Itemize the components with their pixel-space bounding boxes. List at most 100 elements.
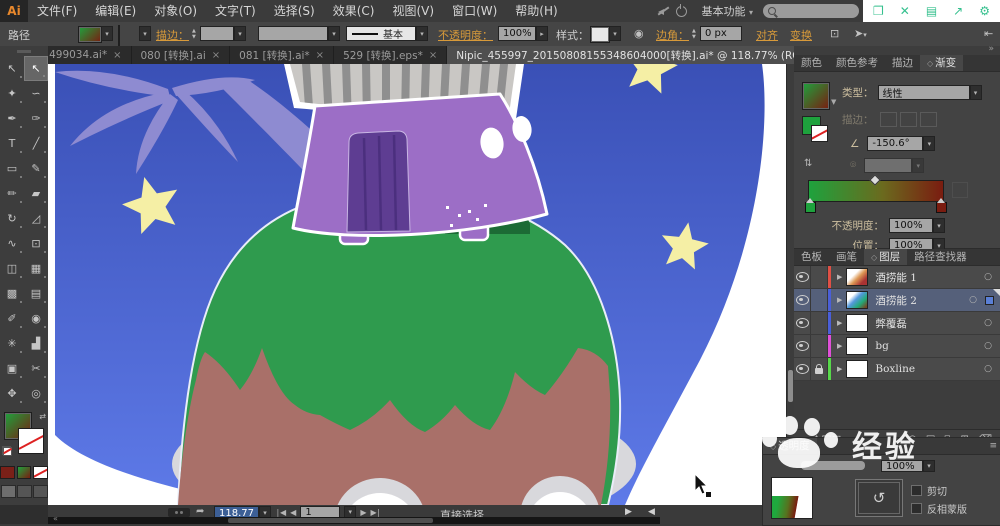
gradient-fill-stroke-icon[interactable] bbox=[802, 116, 828, 142]
close-icon[interactable]: × bbox=[113, 50, 121, 61]
opacity-mask-button[interactable]: ↺ bbox=[855, 479, 903, 517]
draw-behind-icon[interactable] bbox=[17, 485, 32, 498]
gradient-button[interactable] bbox=[17, 466, 32, 479]
graph-tool[interactable]: ▟ bbox=[24, 331, 48, 356]
collapse-panel-icon[interactable]: ⇤ bbox=[984, 27, 993, 40]
width-tool[interactable]: ∿ bbox=[0, 231, 24, 256]
horizontal-scrollbar-thumb[interactable] bbox=[228, 518, 433, 523]
menu-item[interactable]: 视图(V) bbox=[383, 0, 443, 22]
menu-item[interactable]: 编辑(E) bbox=[86, 0, 145, 22]
share-icon[interactable]: ↗ bbox=[953, 0, 963, 22]
stroke-weight-input[interactable] bbox=[200, 26, 234, 41]
tower-body-shape[interactable] bbox=[293, 94, 547, 236]
last-artboard-icon[interactable]: ▶∣ bbox=[370, 508, 380, 517]
gradient-stop-start[interactable] bbox=[805, 202, 816, 213]
aspect-ratio-input[interactable] bbox=[864, 158, 912, 173]
expand-arrow-icon[interactable]: ▶ bbox=[837, 365, 842, 373]
menu-item[interactable]: 选择(S) bbox=[265, 0, 324, 22]
fill-color-swatch[interactable] bbox=[78, 26, 102, 43]
next-artboard-icon[interactable]: ▶ bbox=[360, 508, 366, 517]
width-profile-dropdown-icon[interactable]: ▾ bbox=[328, 26, 340, 41]
transparency-opacity-input[interactable]: 100% bbox=[881, 460, 923, 472]
symbol-sprayer-tool[interactable]: ✳ bbox=[0, 331, 24, 356]
scrollbar-chevrons-icon[interactable]: « bbox=[53, 514, 58, 523]
mute-speaker-icon[interactable] bbox=[658, 6, 670, 16]
menu-item[interactable]: 窗口(W) bbox=[443, 0, 506, 22]
visibility-toggle[interactable] bbox=[794, 289, 811, 311]
corner-input[interactable]: 0 px bbox=[700, 26, 742, 41]
gradient-stop-end[interactable] bbox=[936, 202, 947, 213]
rectangle-tool[interactable]: ▭ bbox=[0, 156, 24, 181]
blend-mode-select[interactable] bbox=[801, 461, 865, 470]
handoff-icon[interactable]: ➦ bbox=[196, 506, 204, 517]
stroke-weight-link[interactable]: 描边： bbox=[156, 27, 189, 43]
corner-stepper[interactable]: ▲▼ bbox=[692, 26, 696, 41]
prev-artboard-icon[interactable]: ◀ bbox=[290, 508, 296, 517]
gradient-tool[interactable]: ▤ bbox=[24, 281, 48, 306]
mesh-tool[interactable]: ▩ bbox=[0, 281, 24, 306]
reverse-gradient-icon[interactable]: ⇅ bbox=[804, 158, 812, 169]
lock-toggle[interactable] bbox=[811, 312, 828, 334]
canvas-artboard[interactable] bbox=[48, 64, 786, 505]
layer-thumbnail[interactable] bbox=[846, 337, 868, 355]
perspective-grid-tool[interactable]: ▦ bbox=[24, 256, 48, 281]
type-tool[interactable]: T bbox=[0, 131, 24, 156]
layer-thumbnail[interactable] bbox=[846, 291, 868, 309]
clip-checkbox[interactable]: 剪切 bbox=[911, 483, 947, 498]
pencil-tool[interactable]: ✏ bbox=[0, 181, 24, 206]
layer-thumbnail[interactable] bbox=[846, 268, 868, 286]
scroll-right-icon[interactable]: ▶ bbox=[625, 507, 632, 517]
transform-link[interactable]: 变换 bbox=[790, 27, 812, 43]
hand-tool[interactable]: ✥ bbox=[0, 381, 24, 406]
layer-name[interactable]: bg bbox=[875, 340, 984, 352]
dock-collapse-icon[interactable]: » bbox=[988, 44, 994, 54]
brush-definition-select[interactable]: 基本 bbox=[346, 26, 416, 41]
layer-row[interactable]: ▶ bg ○ bbox=[794, 335, 1000, 358]
transparency-panel-tab[interactable]: 透明度 bbox=[763, 438, 817, 454]
settings-gear-icon[interactable]: ⚙ bbox=[979, 0, 990, 22]
aspect-ratio-dropdown-icon[interactable]: ▾ bbox=[912, 158, 924, 173]
menu-item[interactable]: 文件(F) bbox=[28, 0, 86, 22]
workspace-switcher[interactable]: 基本功能 ▾ bbox=[701, 3, 753, 19]
menu-item[interactable]: 文字(T) bbox=[206, 0, 265, 22]
eraser-tool[interactable]: ▰ bbox=[24, 181, 48, 206]
menu-item[interactable]: 对象(O) bbox=[145, 0, 206, 22]
color-button[interactable] bbox=[0, 466, 15, 479]
layer-thumbnail[interactable] bbox=[846, 314, 868, 332]
close-icon[interactable]: × bbox=[316, 50, 324, 61]
artboard-tool[interactable]: ▣ bbox=[0, 356, 24, 381]
curvature-tool[interactable]: ✑ bbox=[24, 106, 48, 131]
target-circle-icon[interactable]: ○ bbox=[984, 318, 992, 328]
default-fill-stroke-icon[interactable] bbox=[2, 446, 12, 456]
expand-arrow-icon[interactable]: ▶ bbox=[837, 273, 842, 281]
gradient-midpoint-handle[interactable] bbox=[869, 174, 880, 185]
slice-tool[interactable]: ✂ bbox=[24, 356, 48, 381]
invert-mask-checkbox[interactable]: 反相蒙版 bbox=[911, 501, 967, 516]
free-transform-tool[interactable]: ⊡ bbox=[24, 231, 48, 256]
visibility-toggle[interactable] bbox=[794, 335, 811, 357]
close-icon[interactable]: × bbox=[212, 50, 220, 61]
style-dropdown-icon[interactable]: ▾ bbox=[609, 26, 621, 41]
select-similar-icon[interactable]: ➤▾ bbox=[854, 27, 867, 40]
target-circle-icon[interactable]: ○ bbox=[969, 295, 977, 305]
save-icon[interactable]: ▤ bbox=[926, 0, 937, 22]
line-segment-tool[interactable]: ╱ bbox=[24, 131, 48, 156]
stroke-color-swatch[interactable] bbox=[118, 25, 120, 46]
gradient-swatch[interactable] bbox=[802, 82, 830, 110]
magic-wand-tool[interactable]: ✦ bbox=[0, 81, 24, 106]
shape-options-icon[interactable]: ◉ bbox=[634, 27, 644, 40]
visibility-toggle[interactable] bbox=[794, 312, 811, 334]
panel-menu-icon[interactable]: ≡ bbox=[989, 438, 997, 454]
swap-fill-stroke-icon[interactable]: ⇄ bbox=[39, 412, 46, 421]
stroke-weight-dropdown-icon[interactable]: ▾ bbox=[234, 26, 246, 41]
document-tab[interactable]: 080 [转换].ai × bbox=[132, 46, 231, 64]
visibility-toggle[interactable] bbox=[794, 358, 811, 380]
layer-row[interactable]: ▶ Boxline ○ bbox=[794, 358, 1000, 381]
first-artboard-icon[interactable]: ∣◀ bbox=[276, 508, 286, 517]
expand-arrow-icon[interactable]: ▶ bbox=[837, 342, 842, 350]
opacity-link[interactable]: 不透明度： bbox=[438, 27, 493, 43]
pen-tool[interactable]: ✒ bbox=[0, 106, 24, 131]
opacity-input[interactable]: 100% bbox=[498, 26, 536, 41]
visibility-toggle[interactable] bbox=[794, 266, 811, 288]
gradient-slider[interactable] bbox=[808, 180, 944, 202]
